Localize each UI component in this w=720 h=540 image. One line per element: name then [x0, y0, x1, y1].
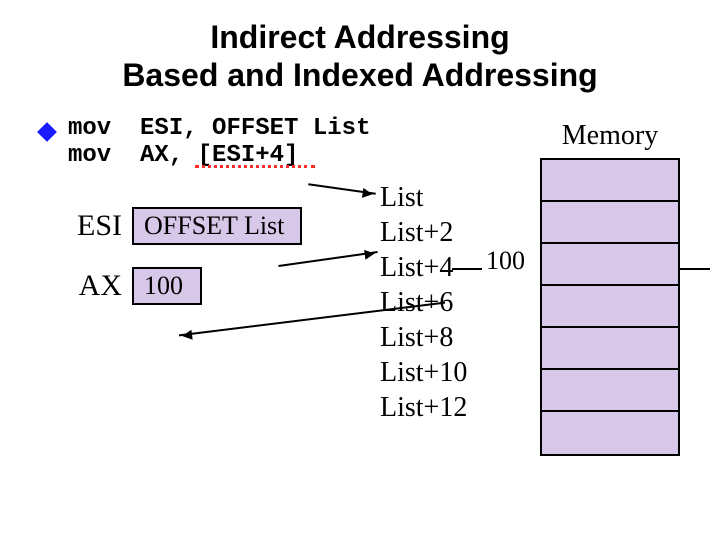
- memory-cell: [542, 202, 678, 244]
- memory-tick-right: [680, 268, 710, 270]
- memory-cell: [542, 244, 678, 286]
- esi-label: ESI: [58, 209, 122, 243]
- code-mnemonic-2: mov: [68, 142, 111, 169]
- ax-value-box: 100: [132, 267, 202, 305]
- memory-tick-left: [452, 268, 482, 270]
- title-line-2: Based and Indexed Addressing: [0, 56, 720, 94]
- ax-label: AX: [58, 269, 122, 303]
- assembly-code: mov ESI, OFFSET List mov AX, [ESI+4]: [68, 115, 370, 169]
- addr-item: List+6: [380, 285, 467, 320]
- memory-cell: [542, 412, 678, 454]
- addr-item: List+8: [380, 320, 467, 355]
- red-underline-annotation: [195, 165, 315, 168]
- memory-cell: [542, 328, 678, 370]
- memory-cell: [542, 160, 678, 202]
- memory-highlight-value: 100: [486, 246, 525, 276]
- addr-item: List+12: [380, 390, 467, 425]
- addr-item: List+10: [380, 355, 467, 390]
- address-list: List List+2 List+4 List+6 List+8 List+10…: [380, 180, 467, 425]
- code-mnemonic-1: mov: [68, 115, 111, 142]
- addr-item: List+2: [380, 215, 467, 250]
- diamond-bullet-icon: [37, 122, 57, 142]
- memory-header: Memory: [540, 120, 680, 152]
- memory-table: [540, 158, 680, 456]
- code-args-1: ESI, OFFSET List: [140, 115, 370, 142]
- slide-title: Indirect Addressing Based and Indexed Ad…: [0, 0, 720, 95]
- memory-cell: [542, 286, 678, 328]
- esi-value-box: OFFSET List: [132, 207, 302, 245]
- addr-item: List: [380, 180, 467, 215]
- memory-column: Memory 100: [540, 120, 680, 456]
- title-line-1: Indirect Addressing: [0, 18, 720, 56]
- memory-cell: [542, 370, 678, 412]
